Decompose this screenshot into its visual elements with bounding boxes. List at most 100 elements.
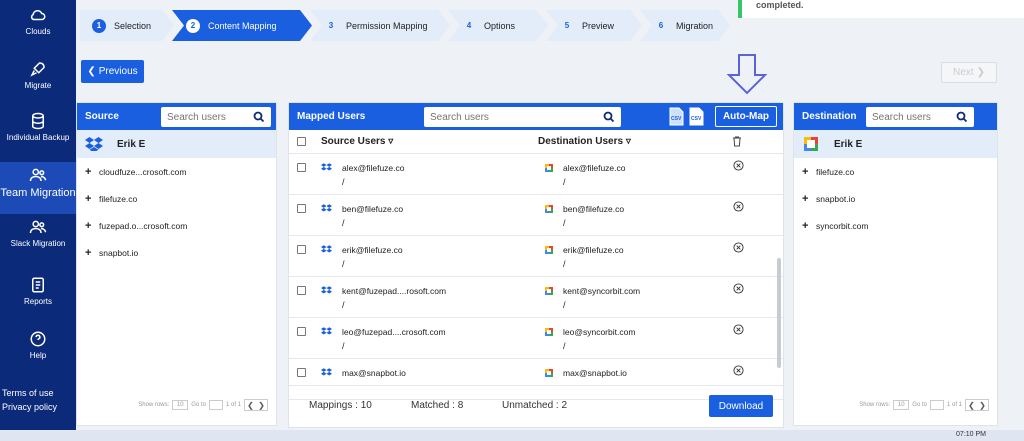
- remove-mapping-icon[interactable]: [733, 242, 744, 253]
- mapped-rows: alex@filefuze.co / alex@filefuze.co / ben@fi…: [289, 154, 783, 400]
- row-checkbox[interactable]: [297, 204, 306, 213]
- col-destination-users[interactable]: Destination Users ▿: [538, 136, 631, 147]
- row-checkbox[interactable]: [297, 163, 306, 172]
- dropbox-icon: [321, 286, 332, 294]
- sidebar-item-team-migration[interactable]: Team Migration: [0, 162, 76, 214]
- team-icon: [29, 168, 47, 182]
- destination-email: kent@syncorbit.com: [563, 286, 641, 296]
- sidebar-item-reports[interactable]: Reports: [0, 276, 76, 307]
- destination-list-item[interactable]: + filefuze.co: [794, 158, 997, 185]
- table-row[interactable]: leo@fuzepad....crosoft.com / leo@syncorbit…: [289, 318, 783, 359]
- remove-mapping-icon[interactable]: [733, 283, 744, 294]
- sidebar-item-clouds[interactable]: Clouds: [0, 6, 76, 37]
- sidebar-item-individual-backup[interactable]: Individual Backup: [0, 112, 76, 143]
- sidebar-item-slack-migration[interactable]: Slack Migration: [0, 218, 76, 249]
- source-search[interactable]: [161, 107, 271, 127]
- help-icon: [30, 331, 46, 347]
- csv-upload-icon[interactable]: CSV: [669, 107, 684, 126]
- report-icon: [32, 277, 44, 293]
- mapped-search[interactable]: [424, 107, 621, 127]
- rows-select[interactable]: 10: [893, 400, 910, 410]
- mapped-footer: Mappings : 10 Matched : 8 Unmatched : 2 …: [289, 385, 783, 427]
- plus-icon[interactable]: +: [85, 193, 93, 205]
- goto-input[interactable]: [208, 400, 223, 410]
- goto-input[interactable]: [929, 400, 944, 410]
- row-checkbox[interactable]: [297, 245, 306, 254]
- remove-mapping-icon[interactable]: [733, 201, 744, 212]
- step-migration[interactable]: 6 Migration: [640, 10, 730, 41]
- svg-text:CSV: CSV: [691, 116, 702, 122]
- chevron-left-icon[interactable]: ❮: [968, 401, 975, 410]
- search-icon[interactable]: [956, 111, 968, 123]
- step-content-mapping[interactable]: 2 Content Mapping: [172, 10, 312, 41]
- remove-mapping-icon[interactable]: [733, 160, 744, 171]
- chevron-right-icon[interactable]: ❯: [979, 401, 986, 410]
- goto-label: Go to: [912, 402, 927, 408]
- source-list-item[interactable]: + snapbot.io: [77, 239, 276, 266]
- plus-icon[interactable]: +: [802, 220, 810, 232]
- csv-download-icon[interactable]: CSV: [689, 107, 704, 126]
- destination-search[interactable]: [866, 107, 974, 127]
- step-permission-mapping[interactable]: 3 Permission Mapping: [310, 10, 450, 41]
- page-nav[interactable]: ❮ ❯: [244, 399, 268, 411]
- row-checkbox[interactable]: [297, 286, 306, 295]
- dropbox-icon: [321, 204, 332, 212]
- rows-select[interactable]: 10: [172, 400, 189, 410]
- download-button[interactable]: Download: [709, 395, 773, 417]
- notification-toast: completed.: [738, 0, 1024, 18]
- source-user-row[interactable]: Erik E: [77, 130, 276, 158]
- destination-path: /: [563, 300, 566, 310]
- source-list-item[interactable]: + cloudfuze...crosoft.com: [77, 158, 276, 185]
- mapped-search-input[interactable]: [430, 111, 621, 123]
- destination-list-item[interactable]: + syncorbit.com: [794, 212, 997, 239]
- step-preview[interactable]: 5 Preview: [546, 10, 642, 41]
- google-workspace-icon: [545, 287, 553, 295]
- plus-icon[interactable]: +: [85, 247, 93, 259]
- table-row[interactable]: erik@filefuze.co / erik@filefuze.co /: [289, 236, 783, 277]
- mappings-count: Mappings : 10: [309, 400, 372, 411]
- select-all-checkbox[interactable]: [297, 137, 306, 146]
- dropbox-icon: [321, 163, 332, 171]
- remove-mapping-icon[interactable]: [733, 324, 744, 335]
- table-row[interactable]: kent@fuzepad....rosoft.com / kent@syncorbi…: [289, 277, 783, 318]
- plus-icon[interactable]: +: [802, 193, 810, 205]
- row-checkbox[interactable]: [297, 368, 306, 377]
- privacy-link[interactable]: Privacy policy: [0, 402, 80, 412]
- plus-icon[interactable]: +: [85, 220, 93, 232]
- sidebar-item-label: Clouds: [25, 27, 51, 36]
- os-taskbar: 07:10 PM: [0, 430, 1024, 441]
- page-nav[interactable]: ❮ ❯: [965, 399, 989, 411]
- destination-list-item[interactable]: + snapbot.io: [794, 185, 997, 212]
- table-row[interactable]: alex@filefuze.co / alex@filefuze.co /: [289, 154, 783, 195]
- source-list-item[interactable]: + fuzepad.o...crosoft.com: [77, 212, 276, 239]
- step-selection[interactable]: 1 Selection: [80, 10, 174, 41]
- row-checkbox[interactable]: [297, 327, 306, 336]
- destination-header: Destination: [794, 103, 997, 130]
- scrollbar[interactable]: [777, 258, 781, 368]
- filter-icon[interactable]: ▿: [388, 136, 393, 147]
- filter-icon[interactable]: ▿: [626, 136, 631, 147]
- source-pager: Show rows: 10 Go to 1 of 1 ❮ ❯: [138, 399, 268, 411]
- auto-map-button[interactable]: Auto-Map: [715, 106, 777, 127]
- chevron-left-icon[interactable]: ❮: [247, 401, 254, 410]
- plus-icon[interactable]: +: [802, 166, 810, 178]
- step-options[interactable]: 4 Options: [448, 10, 548, 41]
- terms-link[interactable]: Terms of use: [0, 388, 80, 398]
- next-button[interactable]: Next ❯: [941, 62, 997, 83]
- sidebar-item-help[interactable]: Help: [0, 330, 76, 361]
- col-source-users[interactable]: Source Users ▿: [321, 136, 393, 147]
- destination-user-row[interactable]: Erik E: [794, 130, 997, 158]
- chevron-right-icon[interactable]: ❯: [258, 401, 265, 410]
- search-icon[interactable]: [253, 111, 265, 123]
- step-label: Preview: [582, 20, 615, 31]
- search-icon[interactable]: [603, 111, 615, 123]
- trash-icon[interactable]: [732, 136, 742, 147]
- destination-path: /: [563, 259, 566, 269]
- previous-button[interactable]: ❮ Previous: [81, 60, 144, 83]
- remove-mapping-icon[interactable]: [733, 365, 744, 376]
- table-row[interactable]: ben@filefuze.co / ben@filefuze.co /: [289, 195, 783, 236]
- svg-text:CSV: CSV: [671, 116, 682, 122]
- plus-icon[interactable]: +: [85, 166, 93, 178]
- source-list-item[interactable]: + filefuze.co: [77, 185, 276, 212]
- sidebar-item-migrate[interactable]: Migrate: [0, 60, 76, 91]
